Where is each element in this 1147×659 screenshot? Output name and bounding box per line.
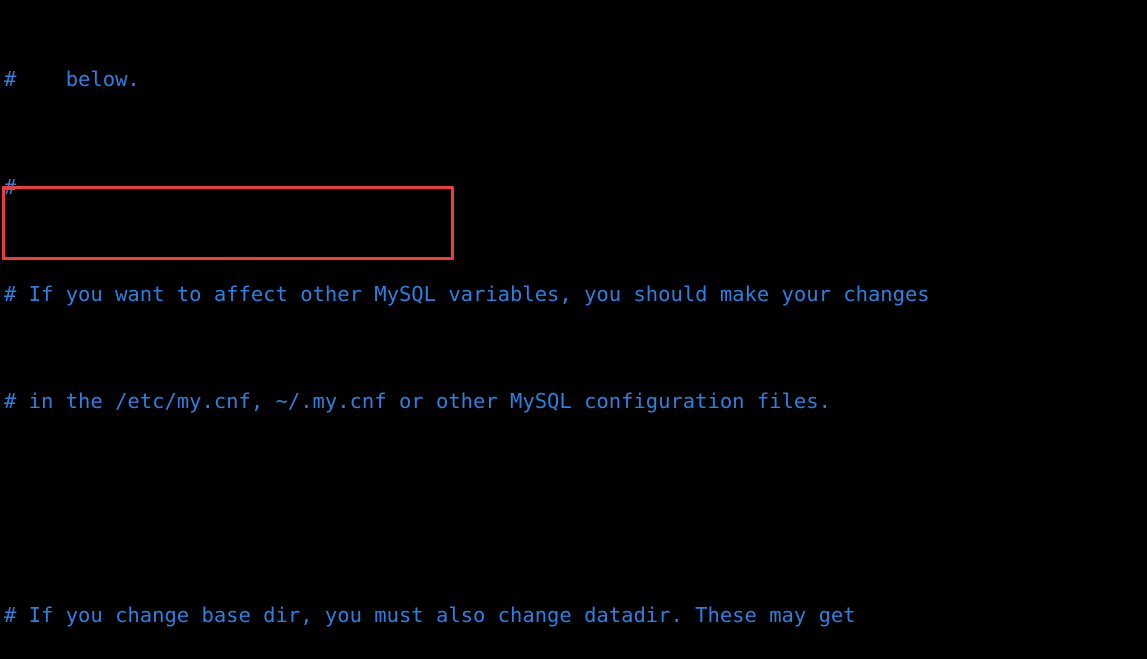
comment-text: # in the /etc/my.cnf, ~/.my.cnf or other… xyxy=(4,388,831,413)
code-line-comment: # in the /etc/my.cnf, ~/.my.cnf or other… xyxy=(4,388,942,415)
comment-text: # xyxy=(4,174,17,199)
code-line-comment: # xyxy=(4,174,942,201)
comment-text: # below. xyxy=(4,67,140,92)
comment-text: # If you want to affect other MySQL vari… xyxy=(4,281,930,306)
terminal-screen[interactable]: # below. # # If you want to affect other… xyxy=(0,0,1147,659)
comment-text: # If you change base dir, you must also … xyxy=(4,603,856,628)
code-line-comment: # below. xyxy=(4,66,942,93)
code-line-comment: # If you want to affect other MySQL vari… xyxy=(4,281,942,308)
code-line-comment: # If you change base dir, you must also … xyxy=(4,602,942,629)
terminal-text-buffer[interactable]: # below. # # If you want to affect other… xyxy=(4,0,942,659)
